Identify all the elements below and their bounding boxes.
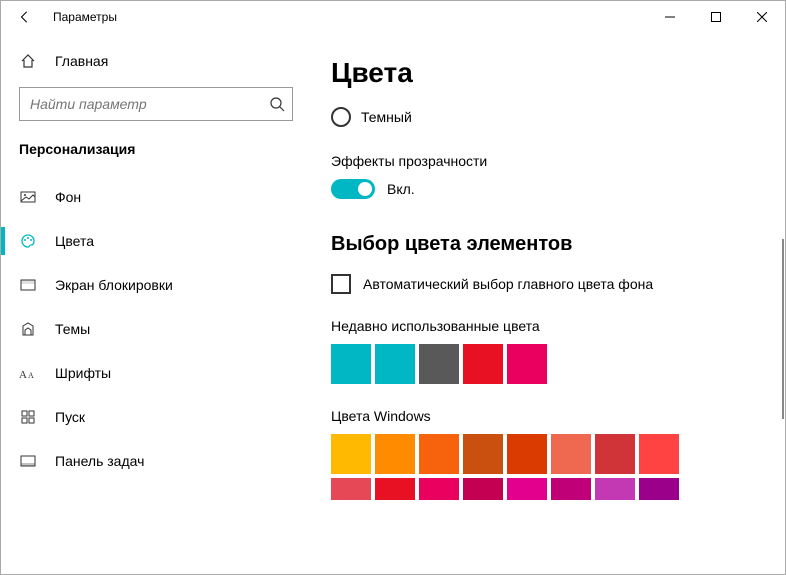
scrollbar[interactable] xyxy=(782,239,784,419)
palette-icon xyxy=(19,232,37,250)
picture-icon xyxy=(19,188,37,206)
page-title: Цвета xyxy=(331,57,757,89)
color-swatch[interactable] xyxy=(639,478,679,500)
windows-colors-row xyxy=(331,434,731,474)
transparency-toggle[interactable] xyxy=(331,179,375,199)
color-swatch[interactable] xyxy=(419,478,459,500)
home-icon xyxy=(19,52,37,70)
maximize-button[interactable] xyxy=(693,1,739,33)
search-icon xyxy=(269,96,285,112)
color-swatch[interactable] xyxy=(331,434,371,474)
dark-mode-label: Темный xyxy=(361,109,412,125)
color-swatch[interactable] xyxy=(419,434,459,474)
fonts-icon: AA xyxy=(19,364,37,382)
color-swatch[interactable] xyxy=(331,478,371,500)
content-pane: Цвета Темный Эффекты прозрачности Вкл. В… xyxy=(311,33,785,574)
color-swatch[interactable] xyxy=(419,344,459,384)
sidebar-item-themes[interactable]: Темы xyxy=(1,307,311,351)
color-swatch[interactable] xyxy=(375,478,415,500)
color-swatch[interactable] xyxy=(551,478,591,500)
sidebar-item-label: Экран блокировки xyxy=(55,277,173,293)
start-icon xyxy=(19,408,37,426)
themes-icon xyxy=(19,320,37,338)
dark-mode-option[interactable]: Темный xyxy=(331,107,757,127)
recent-colors-row xyxy=(331,344,731,384)
transparency-label: Эффекты прозрачности xyxy=(331,153,757,169)
sidebar-item-label: Шрифты xyxy=(55,365,111,381)
sidebar-item-taskbar[interactable]: Панель задач xyxy=(1,439,311,483)
search-input[interactable] xyxy=(19,87,293,121)
color-swatch[interactable] xyxy=(463,478,503,500)
sidebar-item-background[interactable]: Фон xyxy=(1,175,311,219)
taskbar-icon xyxy=(19,452,37,470)
accent-heading: Выбор цвета элементов xyxy=(331,233,757,256)
color-swatch[interactable] xyxy=(595,478,635,500)
sidebar-item-lockscreen[interactable]: Экран блокировки xyxy=(1,263,311,307)
color-swatch[interactable] xyxy=(639,434,679,474)
sidebar-item-start[interactable]: Пуск xyxy=(1,395,311,439)
recent-colors-label: Недавно использованные цвета xyxy=(331,318,757,334)
auto-pick-checkbox-row[interactable]: Автоматический выбор главного цвета фона xyxy=(331,274,757,294)
checkbox-icon xyxy=(331,274,351,294)
window-title: Параметры xyxy=(53,10,117,24)
back-button[interactable] xyxy=(9,1,41,33)
color-swatch[interactable] xyxy=(331,344,371,384)
sidebar-item-label: Панель задач xyxy=(55,453,144,469)
color-swatch[interactable] xyxy=(463,434,503,474)
color-swatch[interactable] xyxy=(463,344,503,384)
sidebar-item-label: Темы xyxy=(55,321,90,337)
color-swatch[interactable] xyxy=(595,434,635,474)
color-swatch[interactable] xyxy=(507,344,547,384)
color-swatch[interactable] xyxy=(551,434,591,474)
home-nav[interactable]: Главная xyxy=(1,41,311,81)
radio-icon xyxy=(331,107,351,127)
windows-colors-label: Цвета Windows xyxy=(331,408,757,424)
lockscreen-icon xyxy=(19,276,37,294)
home-label: Главная xyxy=(55,53,108,69)
section-heading: Персонализация xyxy=(1,137,311,175)
color-swatch[interactable] xyxy=(375,434,415,474)
color-swatch[interactable] xyxy=(507,434,547,474)
sidebar: Главная Персонализация Фон Цвета xyxy=(1,33,311,574)
minimize-button[interactable] xyxy=(647,1,693,33)
sidebar-item-colors[interactable]: Цвета xyxy=(1,219,311,263)
windows-colors-row xyxy=(331,478,731,500)
close-button[interactable] xyxy=(739,1,785,33)
sidebar-item-fonts[interactable]: AA Шрифты xyxy=(1,351,311,395)
color-swatch[interactable] xyxy=(375,344,415,384)
sidebar-item-label: Фон xyxy=(55,189,81,205)
sidebar-item-label: Цвета xyxy=(55,233,94,249)
auto-pick-label: Автоматический выбор главного цвета фона xyxy=(363,276,653,292)
sidebar-item-label: Пуск xyxy=(55,409,85,425)
toggle-state-label: Вкл. xyxy=(387,181,415,197)
svg-text:A: A xyxy=(19,369,27,380)
color-swatch[interactable] xyxy=(507,478,547,500)
svg-text:A: A xyxy=(28,371,34,380)
